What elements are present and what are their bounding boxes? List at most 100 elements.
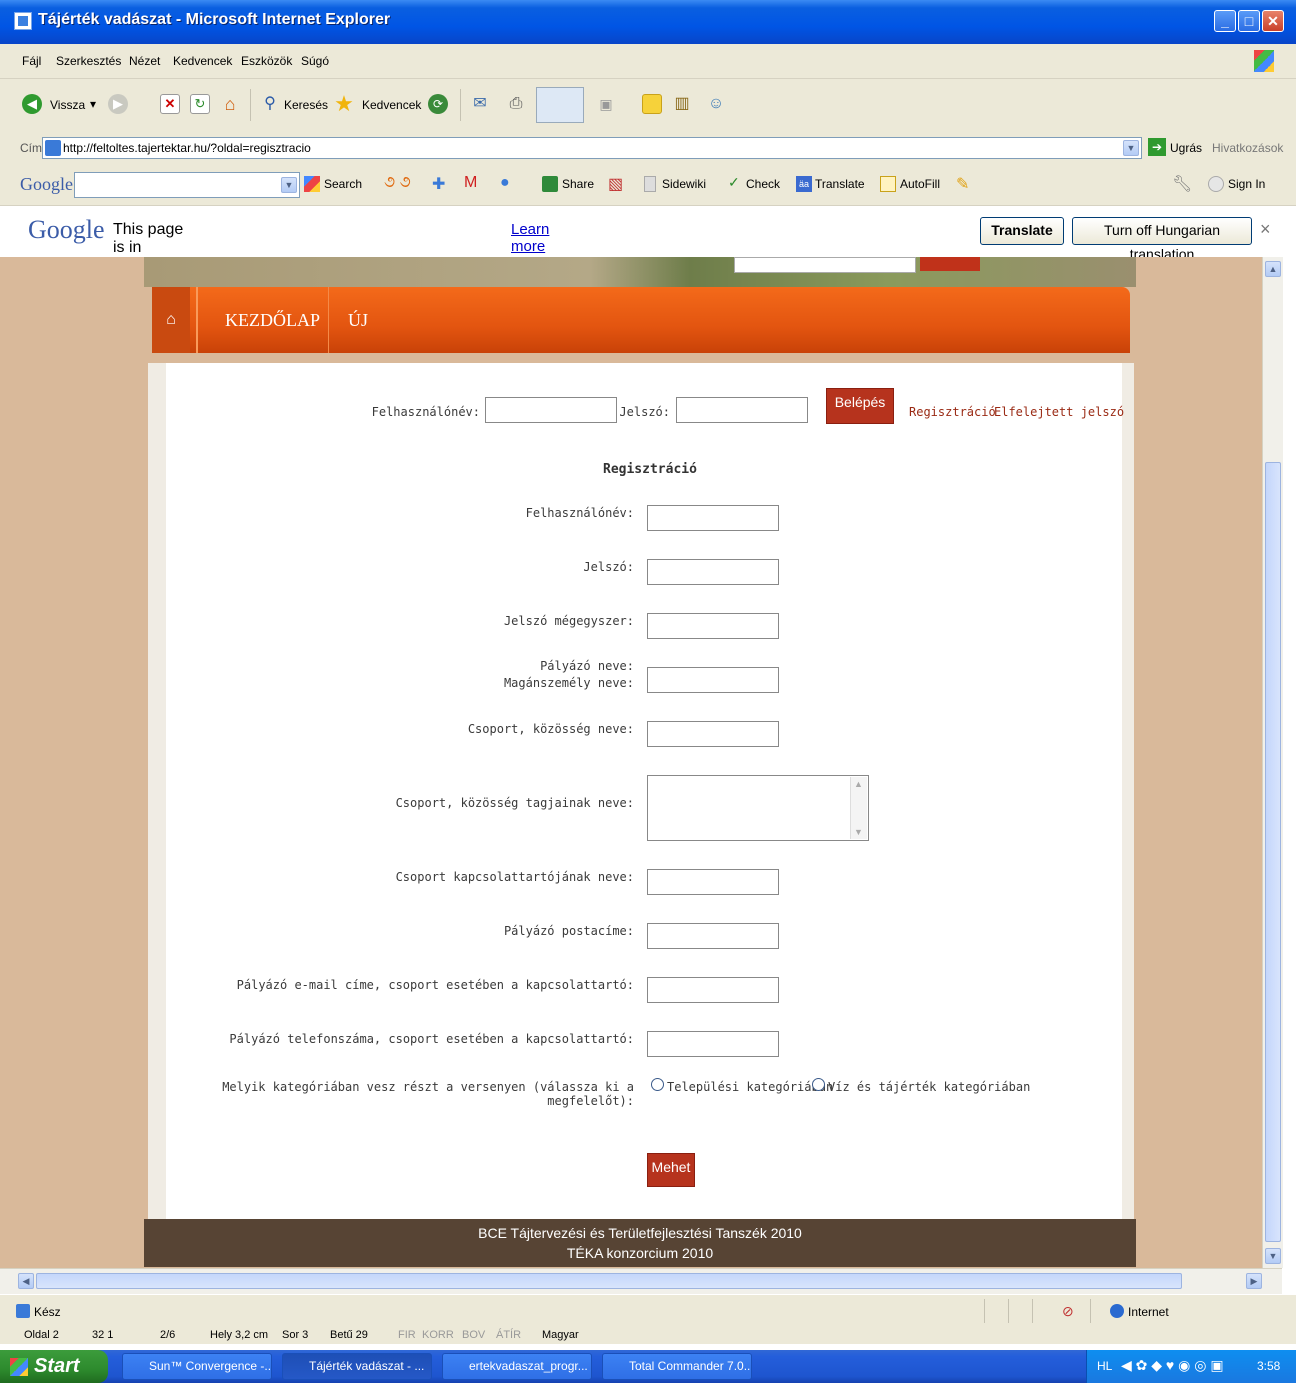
- scroll-right-icon[interactable]: ▶: [1246, 1273, 1262, 1289]
- messenger-icon[interactable]: ☺: [706, 94, 726, 114]
- star-icon[interactable]: ★: [334, 93, 354, 115]
- category-option-settlement[interactable]: Települési kategóriában: [667, 1080, 833, 1094]
- google-search-input[interactable]: ▼: [74, 172, 300, 198]
- reg-group-members-textarea[interactable]: ▲ ▼: [647, 775, 869, 841]
- highlighter-icon[interactable]: ✎: [956, 174, 969, 194]
- reg-password-input[interactable]: [647, 559, 779, 585]
- nav-item-uj[interactable]: ÚJ: [348, 287, 368, 353]
- home-icon[interactable]: ⌂: [220, 94, 240, 114]
- reg-password-confirm-input[interactable]: [647, 613, 779, 639]
- note-icon[interactable]: [642, 94, 662, 114]
- forward-icon[interactable]: ▶: [108, 94, 128, 114]
- scroll-down-icon[interactable]: ▼: [854, 827, 863, 837]
- turn-off-translation-button[interactable]: Turn off Hungarian translation: [1072, 217, 1252, 262]
- close-icon[interactable]: ×: [1260, 219, 1271, 240]
- chevron-down-icon[interactable]: ▼: [281, 177, 297, 193]
- minimize-button[interactable]: _: [1214, 10, 1236, 32]
- login-username-input[interactable]: [485, 397, 617, 423]
- reg-group-name-input[interactable]: [647, 721, 779, 747]
- go-button[interactable]: Ugrás: [1170, 141, 1202, 155]
- scrollbar-thumb[interactable]: [36, 1273, 1182, 1289]
- reg-postal-address-input[interactable]: [647, 923, 779, 949]
- reg-username-input[interactable]: [647, 505, 779, 531]
- translate-button[interactable]: Translate: [815, 177, 865, 191]
- scrollbar-thumb[interactable]: [1265, 462, 1281, 1242]
- plus-icon[interactable]: ✚: [432, 174, 445, 194]
- scroll-left-icon[interactable]: ◀: [18, 1273, 34, 1289]
- autofill-button[interactable]: AutoFill: [900, 177, 940, 191]
- menu-edit[interactable]: Szerkesztés: [56, 54, 121, 68]
- refresh-icon[interactable]: ↻: [190, 94, 210, 114]
- chat-icon[interactable]: ●: [500, 174, 510, 192]
- task-sun-convergence[interactable]: Sun™ Convergence -...: [122, 1353, 272, 1380]
- category-option-water[interactable]: Víz és tájérték kategóriában: [828, 1080, 1030, 1094]
- scroll-up-icon[interactable]: ▲: [1265, 261, 1281, 277]
- reg-email-input[interactable]: [647, 977, 779, 1003]
- task-tajertek[interactable]: Tájérték vadászat - ...: [282, 1353, 432, 1380]
- chevron-down-icon[interactable]: ▼: [1123, 140, 1139, 156]
- tray-icons[interactable]: ◀ ✿ ◆ ♥ ◉ ◎ ▣: [1121, 1357, 1224, 1374]
- autofill-icon[interactable]: [880, 176, 896, 192]
- wrench-icon[interactable]: 🔧︎: [1172, 174, 1192, 194]
- reg-applicant-name-input[interactable]: [647, 667, 779, 693]
- horizontal-scrollbar[interactable]: ◀ ▶: [0, 1268, 1282, 1295]
- language-indicator[interactable]: HL: [1097, 1359, 1112, 1373]
- address-input[interactable]: http://feltoltes.tajertektar.hu/?oldal=r…: [42, 137, 1142, 159]
- check-button[interactable]: Check: [746, 177, 780, 191]
- chevron-down-icon[interactable]: ▾: [90, 97, 96, 111]
- vertical-scrollbar[interactable]: ▲ ▼: [1262, 257, 1283, 1268]
- go-arrow-icon[interactable]: ➔: [1148, 138, 1166, 156]
- translate-page-button[interactable]: Translate: [980, 217, 1064, 245]
- search-label[interactable]: Keresés: [284, 98, 328, 112]
- header-search-button[interactable]: [920, 257, 980, 271]
- scroll-up-icon[interactable]: ▲: [854, 779, 863, 789]
- history-icon[interactable]: ⟳: [428, 94, 448, 114]
- sidewiki-icon[interactable]: [644, 176, 656, 192]
- home-nav-icon[interactable]: ⌂: [152, 287, 190, 353]
- reg-phone-input[interactable]: [647, 1031, 779, 1057]
- reg-contact-name-input[interactable]: [647, 869, 779, 895]
- task-word-doc[interactable]: ertekvadaszat_progr...: [442, 1353, 592, 1380]
- menu-help[interactable]: Súgó: [301, 54, 329, 68]
- menu-file[interactable]: Fájl: [22, 54, 41, 68]
- spiral-icon[interactable]: ૭ ૭: [384, 174, 411, 192]
- learn-more-link[interactable]: Learn more: [511, 221, 549, 255]
- mail-icon[interactable]: ✉: [470, 94, 490, 114]
- back-label[interactable]: Vissza: [50, 98, 85, 112]
- print-icon[interactable]: ⎙: [506, 94, 526, 114]
- back-icon[interactable]: ◀: [22, 94, 42, 114]
- sign-in-button[interactable]: Sign In: [1228, 177, 1265, 191]
- spellcheck-icon[interactable]: ✓: [728, 174, 740, 191]
- category-radio-settlement[interactable]: [651, 1078, 664, 1091]
- stop-icon[interactable]: ✕: [160, 94, 180, 114]
- category-radio-water[interactable]: [812, 1078, 825, 1091]
- share-icon[interactable]: [542, 176, 558, 192]
- menu-tools[interactable]: Eszközök: [241, 54, 292, 68]
- translate-icon[interactable]: äa: [796, 176, 812, 192]
- google-search-button[interactable]: Search: [324, 177, 362, 191]
- nav-item-kezdolap[interactable]: KEZDŐLAP: [225, 287, 320, 353]
- menu-view[interactable]: Nézet: [129, 54, 160, 68]
- submit-button[interactable]: Mehet: [647, 1153, 695, 1187]
- sidewiki-button[interactable]: Sidewiki: [662, 177, 706, 191]
- forgot-password-link[interactable]: Elfelejtett jelszó: [994, 405, 1124, 419]
- task-total-commander[interactable]: Total Commander 7.0...: [602, 1353, 752, 1380]
- search-icon[interactable]: ⚲: [260, 94, 280, 114]
- login-password-input[interactable]: [676, 397, 808, 423]
- research-button[interactable]: [536, 87, 584, 123]
- maximize-button[interactable]: □: [1238, 10, 1260, 32]
- gmail-icon[interactable]: M: [464, 174, 477, 192]
- scroll-down-icon[interactable]: ▼: [1265, 1248, 1281, 1264]
- bookmark-icon[interactable]: ▧: [608, 174, 623, 194]
- books-icon[interactable]: ▥: [672, 94, 692, 114]
- header-search-input[interactable]: [734, 257, 916, 273]
- share-button[interactable]: Share: [562, 177, 594, 191]
- favorites-label[interactable]: Kedvencek: [362, 98, 421, 112]
- register-link[interactable]: Regisztráció: [909, 405, 996, 419]
- close-button[interactable]: ✕: [1262, 10, 1284, 32]
- menu-favorites[interactable]: Kedvencek: [173, 54, 232, 68]
- start-button[interactable]: Start: [0, 1350, 108, 1383]
- login-button[interactable]: Belépés: [826, 388, 894, 424]
- links-label[interactable]: Hivatkozások: [1212, 141, 1283, 155]
- edit-icon[interactable]: ▣: [596, 94, 616, 114]
